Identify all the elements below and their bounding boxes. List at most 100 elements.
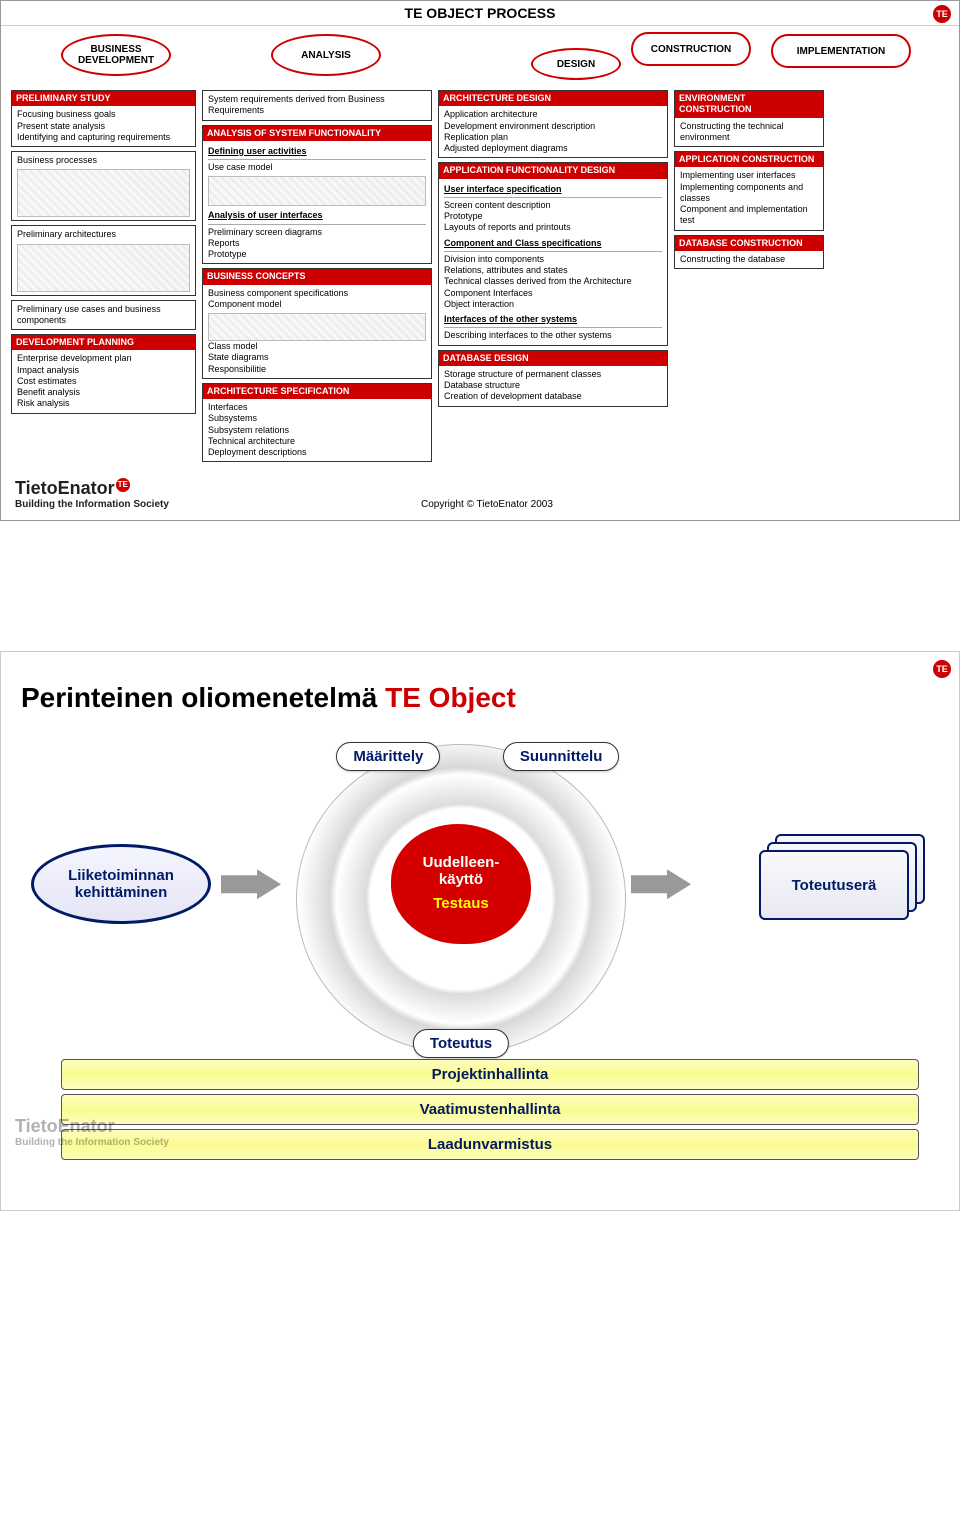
bar-laadunvarmistus: Laadunvarmistus: [61, 1129, 919, 1160]
box-preliminary-study: PRELIMINARY STUDY Focusing business goal…: [11, 90, 196, 147]
test-label: Testaus: [433, 896, 489, 913]
line: Development environment description: [444, 121, 662, 132]
brand-logo-faded: TietoEnator Building the Information Soc…: [15, 1116, 169, 1148]
box-business-concepts: BUSINESS CONCEPTS Business component spe…: [202, 268, 432, 379]
box-environment-construction: ENVIRONMENT CONSTRUCTION Constructing th…: [674, 90, 824, 147]
line: Relations, attributes and states: [444, 265, 662, 276]
line: Constructing the technical environment: [680, 121, 818, 144]
line: Prototype: [444, 211, 662, 222]
swirl-icon: Uudelleen- käyttö Testaus: [296, 744, 626, 1054]
sub-defining-activities: Defining user activities: [208, 144, 426, 160]
line: Adjusted deployment diagrams: [444, 143, 662, 154]
line: Application architecture: [444, 109, 662, 120]
reuse-label: Uudelleen- käyttö: [423, 855, 500, 888]
col-construction: ENVIRONMENT CONSTRUCTION Constructing th…: [674, 90, 824, 269]
label: Business processes: [17, 155, 190, 166]
box-preliminary-architectures: Preliminary architectures: [11, 225, 196, 295]
line: Constructing the database: [680, 254, 818, 265]
title-part-b: TE Object: [385, 682, 516, 713]
line: Component and implementation test: [680, 204, 818, 227]
hdr-db-construction: DATABASE CONSTRUCTION: [675, 236, 823, 251]
line: Object interaction: [444, 299, 662, 310]
line: Class model: [208, 341, 426, 352]
line: Deployment descriptions: [208, 447, 426, 458]
output-stack: Toteutuserä: [759, 834, 929, 924]
te-badge-icon: TE: [933, 5, 951, 23]
box-application-functionality-design: APPLICATION FUNCTIONALITY DESIGN User in…: [438, 162, 668, 345]
brand-text: TietoEnator: [15, 478, 115, 498]
col-design: ARCHITECTURE DESIGN Application architec…: [438, 90, 668, 407]
col-business-development: PRELIMINARY STUDY Focusing business goal…: [11, 90, 196, 414]
box-business-processes: Business processes: [11, 151, 196, 221]
label: Preliminary use cases and business compo…: [17, 304, 190, 327]
line: Implementing user interfaces: [680, 170, 818, 181]
miniature-diagram-icon: [17, 169, 190, 217]
brand-main: TietoEnatorTE: [15, 478, 169, 499]
line: Subsystem relations: [208, 425, 426, 436]
output-card: Toteutuserä: [759, 850, 909, 920]
hdr-architecture-design: ARCHITECTURE DESIGN: [439, 91, 667, 106]
sub-analysis-ui: Analysis of user interfaces: [208, 208, 426, 224]
phase-design: DESIGN: [531, 48, 621, 80]
slide2-canvas: Liiketoiminnan kehittäminen Uudelleen- k…: [21, 764, 939, 1054]
line: State diagrams: [208, 352, 426, 363]
miniature-diagram-icon: [17, 244, 190, 292]
copyright: Copyright © TietoEnator 2003: [169, 499, 805, 510]
box-architecture-specification: ARCHITECTURE SPECIFICATION Interfaces Su…: [202, 383, 432, 463]
line: System requirements derived from Busines…: [208, 94, 426, 117]
arrow-right-icon: [631, 869, 691, 899]
box-preliminary-usecases: Preliminary use cases and business compo…: [11, 300, 196, 331]
bar-vaatimustenhallinta: Vaatimustenhallinta: [61, 1094, 919, 1125]
label: Preliminary architectures: [17, 229, 190, 240]
phase-ellipse-row: BUSINESS DEVELOPMENT ANALYSIS DESIGN CON…: [1, 26, 959, 86]
slide1-title-bar: TE OBJECT PROCESS TE: [1, 1, 959, 26]
line: Prototype: [208, 249, 426, 260]
center-blob: Uudelleen- käyttö Testaus: [391, 824, 531, 944]
sub-component-class: Component and Class specifications: [444, 236, 662, 252]
slide-2: TE Perinteinen oliomenetelmä TE Object L…: [0, 651, 960, 1211]
slide1-title: TE OBJECT PROCESS: [405, 5, 556, 21]
phase-columns: PRELIMINARY STUDY Focusing business goal…: [1, 86, 959, 472]
support-bars: Projektinhallinta Vaatimustenhallinta La…: [61, 1059, 919, 1160]
line: Interfaces: [208, 402, 426, 413]
slide1-footer: TietoEnatorTE Building the Information S…: [1, 472, 959, 520]
line: Storage structure of permanent classes: [444, 369, 662, 380]
line: Division into components: [444, 254, 662, 265]
box-system-requirements: System requirements derived from Busines…: [202, 90, 432, 121]
line: Database structure: [444, 380, 662, 391]
line: Reports: [208, 238, 426, 249]
hdr-env-construction: ENVIRONMENT CONSTRUCTION: [675, 91, 823, 118]
line: Focusing business goals: [17, 109, 190, 120]
line: Identifying and capturing requirements: [17, 132, 190, 143]
brand-logo: TietoEnatorTE Building the Information S…: [15, 478, 169, 510]
pill-maarittely: Määrittely: [336, 742, 440, 771]
line: Use case model: [208, 162, 426, 173]
hdr-business-concepts: BUSINESS CONCEPTS: [203, 269, 431, 284]
sub-interfaces-other: Interfaces of the other systems: [444, 312, 662, 328]
line: Component Interfaces: [444, 288, 662, 299]
line: Technical classes derived from the Archi…: [444, 276, 662, 287]
line: Impact analysis: [17, 365, 190, 376]
phase-business-development: BUSINESS DEVELOPMENT: [61, 34, 171, 76]
line: Present state analysis: [17, 121, 190, 132]
box-architecture-design: ARCHITECTURE DESIGN Application architec…: [438, 90, 668, 158]
phase-analysis: ANALYSIS: [271, 34, 381, 76]
hdr-analysis-functionality: ANALYSIS OF SYSTEM FUNCTIONALITY: [203, 126, 431, 141]
line: Responsibilitie: [208, 364, 426, 375]
bar-projektinhallinta: Projektinhallinta: [61, 1059, 919, 1090]
box-development-planning: DEVELOPMENT PLANNING Enterprise developm…: [11, 334, 196, 414]
slide2-title: Perinteinen oliomenetelmä TE Object: [21, 682, 939, 714]
box-analysis-functionality: ANALYSIS OF SYSTEM FUNCTIONALITY Definin…: [202, 125, 432, 265]
hdr-database-design: DATABASE DESIGN: [439, 351, 667, 366]
miniature-diagram-icon: [208, 313, 426, 341]
hdr-app-functionality-design: APPLICATION FUNCTIONALITY DESIGN: [439, 163, 667, 178]
sub-ui-spec: User interface specification: [444, 182, 662, 198]
line: Creation of development database: [444, 391, 662, 402]
brand-tagline: Building the Information Society: [15, 499, 169, 510]
hdr-architecture-specification: ARCHITECTURE SPECIFICATION: [203, 384, 431, 399]
hdr-development-planning: DEVELOPMENT PLANNING: [12, 335, 195, 350]
box-database-construction: DATABASE CONSTRUCTION Constructing the d…: [674, 235, 824, 270]
brand-main: TietoEnator: [15, 1116, 169, 1137]
pill-suunnittelu: Suunnittelu: [503, 742, 620, 771]
line: Business component specifications: [208, 288, 426, 299]
